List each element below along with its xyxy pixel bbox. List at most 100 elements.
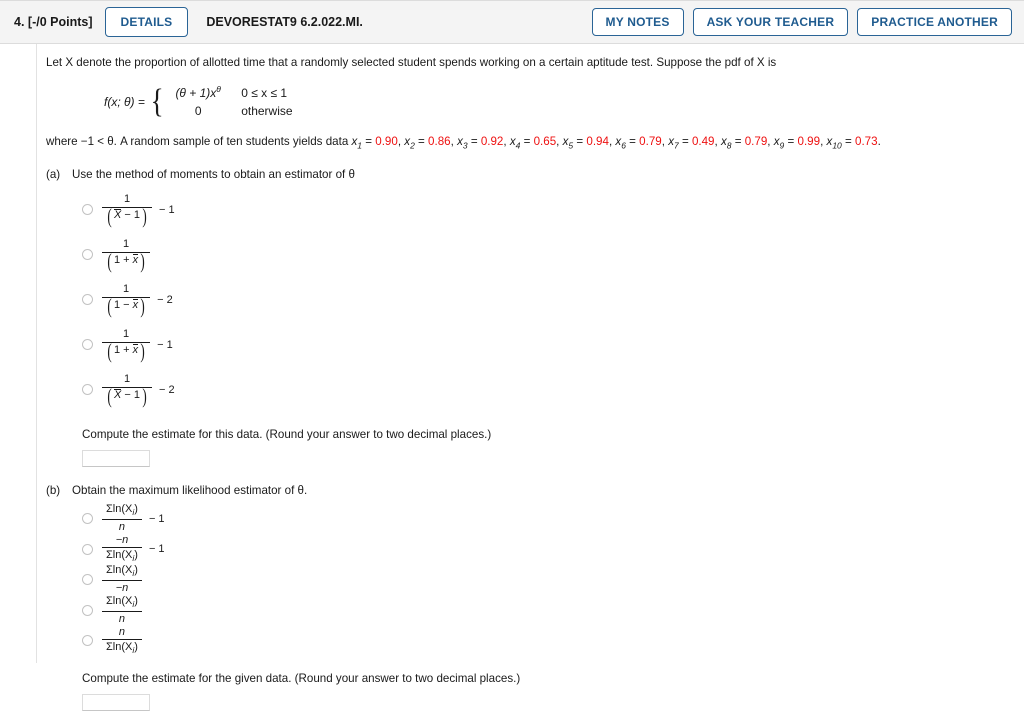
data-variable: x1 [351, 135, 363, 151]
part-b-compute-text: Compute the estimate for the given data.… [82, 672, 521, 686]
data-value: 0.86 [428, 135, 451, 149]
formula-tail: − 2 [157, 293, 173, 306]
parenthesized-expression: (X − 1) [106, 203, 148, 228]
fraction-numerator: −n [112, 534, 133, 548]
option-formula: Σln(Xi) −n [102, 564, 142, 595]
radio-button[interactable] [82, 339, 93, 351]
data-value-item: x3 = 0.92, [457, 135, 510, 150]
answer-option[interactable]: n Σln(Xi) [82, 626, 1024, 657]
parenthesized-expression: (1 − x) [106, 295, 146, 316]
data-value-item: x7 = 0.49, [668, 135, 721, 151]
answer-option[interactable]: 1(X − 1) − 2 [82, 367, 1024, 412]
math-text: 1 [123, 328, 130, 341]
option-formula: 1(1 − x) − 2 [102, 283, 173, 316]
paren-body: 1 + x [113, 344, 139, 357]
fraction-numerator: Σln(Xi) [102, 564, 142, 580]
question-body: Let X denote the proportion of allotted … [0, 44, 1024, 712]
fraction-denominator: (X − 1) [102, 203, 152, 228]
answer-option[interactable]: Σln(Xi) n [82, 595, 1024, 626]
data-equals: = [678, 135, 692, 149]
part-a-answer-input[interactable] [82, 450, 150, 468]
math-text: Σln(X [106, 564, 133, 577]
fraction-denominator: (X − 1) [102, 385, 152, 407]
answer-option[interactable]: 1(X − 1) − 1 [82, 187, 1024, 232]
radio-button[interactable] [82, 294, 93, 306]
my-notes-button[interactable]: MY NOTES [591, 8, 684, 36]
part-a-compute-text: Compute the estimate for this data. (Rou… [82, 428, 492, 442]
radio-button[interactable] [82, 384, 93, 396]
math-text: 1 + [114, 254, 133, 267]
math-text: Σln(X [106, 549, 133, 562]
math-text: n [118, 612, 126, 625]
problem-intro: Let X denote the proportion of allotted … [46, 56, 777, 69]
radio-button[interactable] [82, 204, 93, 216]
fraction-numerator: 1 [119, 238, 133, 252]
radio-button[interactable] [82, 574, 93, 586]
sum-log-expression: Σln(Xi) [106, 549, 138, 563]
answer-option[interactable]: 1(1 + x) [82, 232, 1024, 277]
part-b-label: (b) [46, 484, 61, 498]
practice-another-button[interactable]: PRACTICE ANOTHER [857, 8, 1012, 36]
radio-button[interactable] [82, 543, 93, 555]
part-b-heading: (b) Obtain the maximum likelihood estima… [46, 484, 1024, 497]
fraction: Σln(Xi) −n [102, 564, 142, 595]
math-text: −n [115, 582, 129, 595]
math-text: ) [134, 503, 138, 516]
pdf-case2-expr: 0 [194, 103, 202, 118]
math-text: 1 [123, 373, 131, 386]
fraction: 1(X − 1) [102, 373, 152, 406]
ask-your-teacher-button[interactable]: ASK YOUR TEACHER [692, 8, 849, 36]
data-value: 0.94 [586, 135, 609, 149]
data-value: 0.79 [639, 135, 662, 149]
data-value: 0.90 [375, 135, 398, 149]
sample-data-line: where −1 < θ. A random sample of ten stu… [46, 133, 1024, 152]
data-variable: x10 [826, 135, 842, 151]
answer-option[interactable]: −n Σln(Xi) − 1 [82, 534, 1024, 565]
option-formula: n Σln(Xi) [102, 626, 142, 657]
option-formula: Σln(Xi) n [102, 595, 142, 626]
paren-body: X − 1 [113, 209, 141, 222]
part-b-answer-input[interactable] [82, 694, 150, 712]
fraction-denominator: (1 + x) [102, 340, 150, 362]
data-value: 0.73 [855, 135, 878, 149]
fraction: −n Σln(Xi) [102, 534, 142, 565]
option-formula: −n Σln(Xi) − 1 [102, 534, 165, 565]
data-variable: x7 [668, 135, 679, 151]
question-header: 4. [-/0 Points] DETAILS DEVORESTAT9 6.2.… [0, 0, 1024, 44]
details-button[interactable]: DETAILS [104, 7, 189, 37]
fraction-denominator: n [115, 520, 129, 534]
option-formula: 1(1 + x) − 1 [102, 328, 173, 361]
data-value: 0.99 [797, 135, 821, 149]
fraction-denominator: (1 + x) [102, 248, 150, 273]
math-text: ) [134, 595, 138, 608]
part-b-prompt: Obtain the maximum likelihood estimator … [72, 484, 308, 498]
right-paren-glyph: ) [142, 203, 147, 228]
option-formula: 1(1 + x) [102, 238, 151, 273]
radio-button[interactable] [82, 249, 93, 261]
radio-button[interactable] [82, 604, 93, 616]
formula-tail: − 1 [157, 338, 173, 351]
fraction-numerator: 1 [120, 193, 134, 207]
math-text: 1 [123, 193, 131, 206]
data-value-item: x9 = 0.99, [774, 135, 827, 150]
answer-option[interactable]: 1(1 − x) − 2 [82, 277, 1024, 322]
answer-option[interactable]: Σln(Xi) n − 1 [82, 503, 1024, 534]
pdf-case1-expr: (θ + 1)xθ [175, 84, 221, 101]
math-text: n [118, 521, 126, 534]
data-value-item: x4 = 0.65, [510, 135, 563, 150]
data-equals: = [784, 135, 798, 149]
fraction: Σln(Xi) n [102, 503, 142, 534]
part-a-options: 1(X − 1) − 1 1(1 + x) 1(1 − x) − 2 1(1 + x) − … [82, 187, 1024, 412]
data-equals: = [573, 135, 587, 149]
right-paren-glyph: ) [140, 248, 145, 273]
radio-button[interactable] [82, 635, 93, 647]
data-value-item: x2 = 0.86, [404, 135, 457, 150]
data-suffix: . [877, 135, 881, 149]
paren-body: 1 − x [113, 299, 139, 312]
answer-option[interactable]: 1(1 + x) − 1 [82, 322, 1024, 367]
data-value-item: x10 = 0.73 [826, 135, 878, 151]
radio-button[interactable] [82, 513, 93, 525]
question-number-points: 4. [-/0 Points] [14, 15, 93, 29]
data-equals: = [467, 135, 481, 149]
answer-option[interactable]: Σln(Xi) −n [82, 564, 1024, 595]
